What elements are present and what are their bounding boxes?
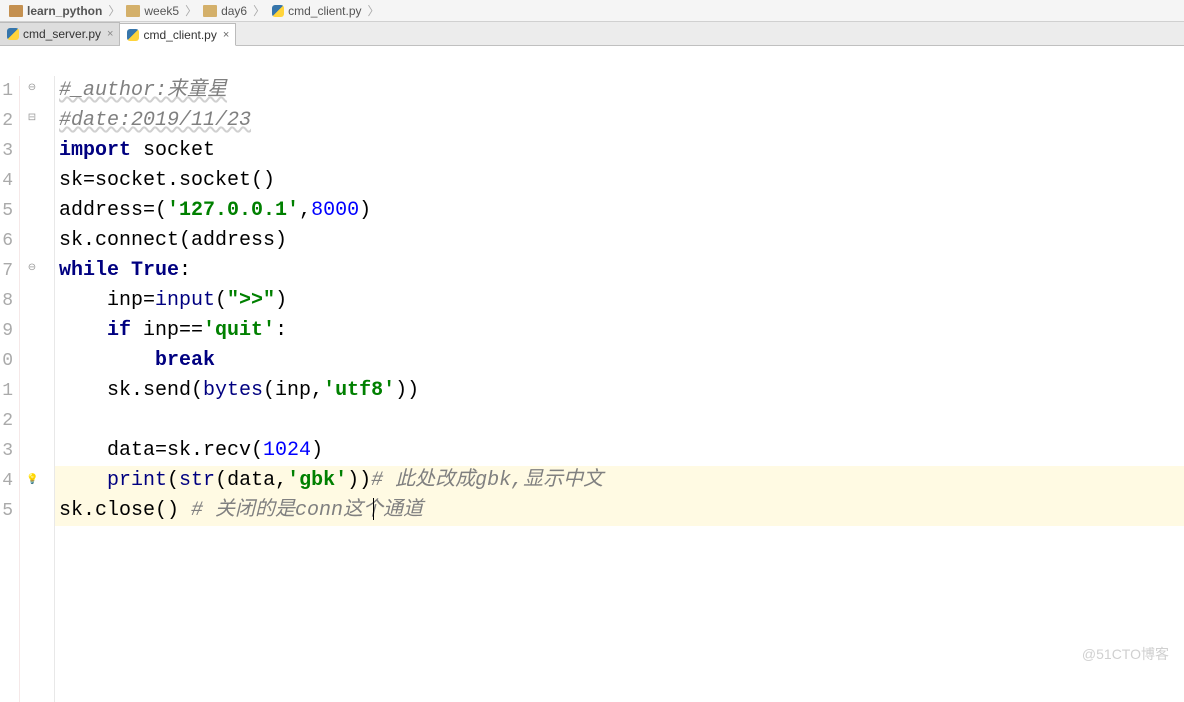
close-icon[interactable]: × [107, 28, 113, 40]
code-line[interactable]: import socket [55, 136, 1184, 166]
line-number: 5 [0, 196, 13, 226]
fold-icon[interactable]: ⊟ [26, 112, 38, 123]
line-number: 3 [0, 436, 13, 466]
line-number: 1 [0, 376, 13, 406]
line-number: 6 [0, 226, 13, 256]
line-number: 3 [0, 136, 13, 166]
tab-cmd-server[interactable]: cmd_server.py × [0, 22, 120, 45]
line-number: 9 [0, 316, 13, 346]
line-number: 1 [0, 76, 13, 106]
line-number: 4 [0, 166, 13, 196]
chevron-right-icon: 〉 [185, 2, 197, 19]
fold-icon[interactable]: ⊖ [26, 82, 38, 93]
line-number: 8 [0, 286, 13, 316]
line-number: 0 [0, 346, 13, 376]
line-number: 5 [0, 496, 13, 526]
chevron-right-icon: 〉 [253, 2, 265, 19]
code-line[interactable]: if inp=='quit': [55, 316, 1184, 346]
code-line[interactable] [55, 406, 1184, 436]
line-number: 2 [0, 406, 13, 436]
chevron-right-icon: 〉 [368, 2, 380, 19]
breadcrumb-item-day[interactable]: day6 [199, 4, 251, 18]
tab-cmd-client[interactable]: cmd_client.py × [120, 23, 236, 46]
python-file-icon [6, 27, 20, 41]
folder-icon [203, 5, 217, 17]
code-line[interactable]: address=('127.0.0.1',8000) [55, 196, 1184, 226]
code-line[interactable]: data=sk.recv(1024) [55, 436, 1184, 466]
close-icon[interactable]: × [223, 29, 229, 41]
python-file-icon [271, 4, 285, 18]
breadcrumb: learn_python 〉 week5 〉 day6 〉 cmd_client… [0, 0, 1184, 22]
code-line[interactable]: sk.send(bytes(inp,'utf8')) [55, 376, 1184, 406]
line-number: 4 [0, 466, 13, 496]
line-number: 2 [0, 106, 13, 136]
breadcrumb-item-week[interactable]: week5 [122, 4, 183, 18]
editor-tabs: cmd_server.py × cmd_client.py × [0, 22, 1184, 46]
folder-icon [9, 5, 23, 17]
chevron-right-icon: 〉 [108, 2, 120, 19]
code-line[interactable]: break [55, 346, 1184, 376]
code-line[interactable]: print(str(data,'gbk'))# 此处改成gbk,显示中文 [55, 466, 1184, 496]
code-line[interactable]: #date:2019/11/23 [55, 106, 1184, 136]
code-line[interactable]: #_author:来童星 [55, 76, 1184, 106]
code-content[interactable]: #_author:来童星 #date:2019/11/23 import soc… [55, 76, 1184, 702]
fold-icon[interactable]: ⊖ [26, 262, 38, 273]
code-line[interactable]: inp=input(">>") [55, 286, 1184, 316]
code-line[interactable]: sk.connect(address) [55, 226, 1184, 256]
python-file-icon [126, 28, 140, 42]
line-number: 7 [0, 256, 13, 286]
code-line[interactable]: sk=socket.socket() [55, 166, 1184, 196]
breadcrumb-item-file[interactable]: cmd_client.py [267, 4, 365, 18]
text-cursor [373, 498, 374, 520]
watermark: @51CTO博客 [1082, 644, 1169, 664]
code-line[interactable]: sk.close() # 关闭的是conn这个通道 [55, 496, 1184, 526]
fold-gutter: ⊖ ⊟ ⊖ 💡 [20, 76, 55, 702]
code-editor[interactable]: 1 2 3 4 5 6 7 8 9 0 1 2 3 4 5 ⊖ ⊟ ⊖ 💡 #_… [0, 76, 1184, 702]
indent-guide [54, 76, 55, 702]
breadcrumb-item-project[interactable]: learn_python [5, 4, 106, 18]
folder-icon [126, 5, 140, 17]
bulb-icon[interactable]: 💡 [26, 474, 38, 485]
code-line[interactable]: while True: [55, 256, 1184, 286]
line-number-gutter: 1 2 3 4 5 6 7 8 9 0 1 2 3 4 5 [0, 76, 20, 702]
